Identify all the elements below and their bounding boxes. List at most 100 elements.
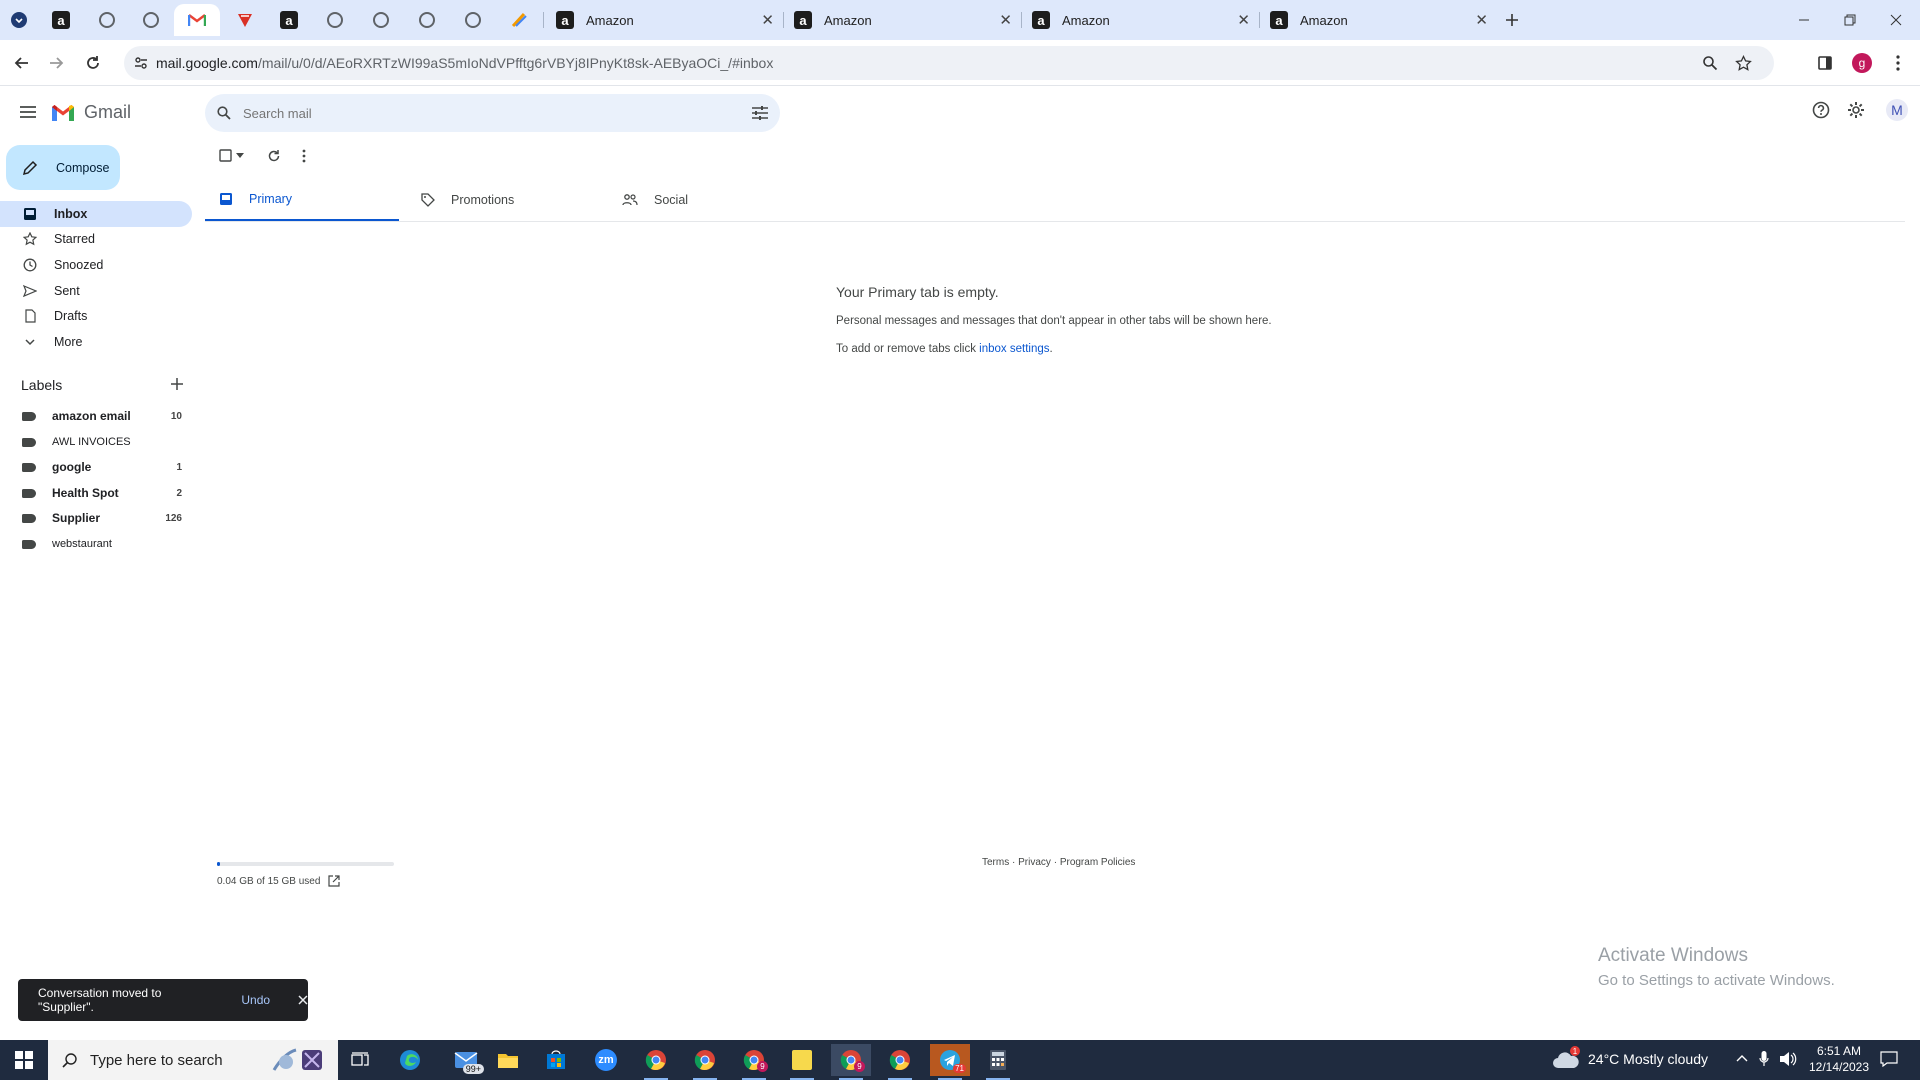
create-label-button[interactable] [170, 377, 184, 391]
pinned-tab-amazon[interactable]: a [266, 4, 312, 36]
pinned-tab[interactable] [84, 4, 130, 36]
undo-button[interactable]: Undo [241, 993, 270, 1007]
taskbar-chrome[interactable] [636, 1044, 676, 1080]
pinned-tab-gmail-active[interactable] [174, 4, 220, 36]
label-item[interactable]: Health Spot 2 [0, 481, 192, 505]
select-all-checkbox[interactable] [219, 149, 244, 162]
taskbar-store[interactable] [536, 1044, 576, 1076]
side-panel-button[interactable] [1809, 47, 1841, 79]
task-view-button[interactable] [340, 1044, 380, 1076]
pinned-tab[interactable] [312, 4, 358, 36]
main-menu-button[interactable] [16, 100, 40, 124]
close-tab-icon[interactable]: ✕ [1237, 11, 1250, 29]
tab-search-button[interactable] [4, 6, 34, 34]
search-bar[interactable] [205, 94, 780, 132]
label-item[interactable]: webstaurant [0, 532, 192, 556]
amazon-icon: a [556, 11, 574, 29]
volume-control[interactable] [1779, 1051, 1797, 1067]
search-input[interactable] [243, 105, 723, 121]
support-button[interactable] [1812, 101, 1830, 119]
site-info-icon[interactable] [134, 56, 148, 70]
nav-item-snoozed[interactable]: Snoozed [0, 252, 192, 278]
reload-button[interactable] [77, 47, 109, 79]
zoom-icon[interactable] [1702, 55, 1718, 71]
terms-link[interactable]: Terms [982, 857, 1009, 868]
new-tab-button[interactable] [1496, 4, 1528, 36]
clock-icon [22, 257, 38, 273]
show-hidden-icons[interactable] [1735, 1052, 1749, 1066]
taskbar-search[interactable]: Type here to search [48, 1040, 338, 1080]
program-policies-link[interactable]: Program Policies [1060, 857, 1136, 868]
search-icon[interactable] [217, 106, 231, 120]
privacy-link[interactable]: Privacy [1018, 857, 1051, 868]
browser-tab[interactable]: a Amazon ✕ [546, 4, 784, 36]
label-item[interactable]: google 1 [0, 455, 192, 479]
taskbar-mail[interactable]: 99+ [446, 1044, 486, 1076]
notification-center-button[interactable] [1880, 1051, 1898, 1067]
taskbar-telegram[interactable]: 71 [930, 1044, 970, 1080]
refresh-button[interactable] [267, 149, 281, 163]
back-button[interactable] [6, 47, 38, 79]
nav-item-more[interactable]: More [0, 329, 192, 355]
browser-menu-button[interactable] [1882, 47, 1914, 79]
amazon-icon: a [52, 11, 70, 29]
tab-primary[interactable]: Primary [205, 178, 399, 222]
pinned-tab[interactable] [404, 4, 450, 36]
pinned-tab[interactable] [358, 4, 404, 36]
more-actions-button[interactable] [302, 149, 306, 163]
profile-button[interactable]: g [1846, 47, 1878, 79]
people-icon [622, 194, 638, 206]
compose-button[interactable]: Compose [6, 145, 120, 190]
browser-tab[interactable]: a Amazon ✕ [1022, 4, 1260, 36]
pinned-tab[interactable] [496, 4, 542, 36]
taskbar-edge[interactable] [390, 1044, 430, 1076]
minimize-button[interactable] [1781, 0, 1827, 40]
inbox-settings-link[interactable]: inbox settings [979, 343, 1049, 355]
nav-item-inbox[interactable]: Inbox [0, 201, 192, 227]
address-bar[interactable]: mail.google.com/mail/u/0/d/AEoRXRTzWI99a… [124, 46, 1774, 80]
search-icon [62, 1053, 77, 1068]
close-tab-icon[interactable]: ✕ [761, 11, 774, 29]
close-icon[interactable] [298, 995, 308, 1005]
taskbar-calculator[interactable] [978, 1044, 1018, 1080]
tab-social[interactable]: Social [622, 178, 688, 222]
label-item[interactable]: Supplier 126 [0, 506, 192, 530]
browser-tab[interactable]: a Amazon ✕ [784, 4, 1022, 36]
pinned-tab-amazon[interactable]: a [38, 4, 84, 36]
taskbar-chrome[interactable] [685, 1044, 725, 1080]
browser-tab-strip: a a a Amazon ✕ a Amazon ✕ a Amazon ✕ a A… [0, 0, 1920, 40]
star-bookmark-icon[interactable] [1735, 54, 1752, 72]
nav-item-starred[interactable]: Starred [0, 226, 192, 252]
taskbar-zoom[interactable]: zm [586, 1044, 626, 1076]
taskbar-sticky-notes[interactable] [782, 1044, 822, 1080]
microphone-status[interactable] [1759, 1051, 1769, 1067]
pinned-tab[interactable] [128, 4, 174, 36]
gmail-logo[interactable]: Gmail [50, 102, 131, 123]
gmail-logo-icon [52, 104, 74, 121]
forward-button[interactable] [40, 47, 72, 79]
nav-item-drafts[interactable]: Drafts [0, 303, 192, 329]
pinned-tab[interactable] [222, 4, 268, 36]
settings-button[interactable] [1847, 101, 1865, 119]
nav-item-sent[interactable]: Sent [0, 278, 192, 304]
taskbar-chrome[interactable] [880, 1044, 920, 1080]
close-tab-icon[interactable]: ✕ [999, 11, 1012, 29]
gear-icon [1848, 102, 1864, 118]
clock[interactable]: 6:51 AM 12/14/2023 [1804, 1043, 1874, 1075]
taskbar-chrome-profile[interactable]: 9 [734, 1044, 774, 1080]
taskbar-file-explorer[interactable] [488, 1044, 528, 1076]
browser-tab[interactable]: a Amazon ✕ [1260, 4, 1498, 36]
tab-promotions[interactable]: Promotions [421, 178, 514, 222]
taskbar-chrome-active[interactable]: 9 [831, 1044, 871, 1080]
close-tab-icon[interactable]: ✕ [1475, 11, 1488, 29]
search-options-icon[interactable] [752, 106, 768, 120]
label-item[interactable]: AWL INVOICES [0, 430, 192, 454]
pinned-tab[interactable] [450, 4, 496, 36]
account-avatar[interactable]: M [1886, 99, 1908, 121]
restore-button[interactable] [1827, 0, 1873, 40]
weather-widget[interactable]: 1 24°C Mostly cloudy [1552, 1046, 1708, 1070]
start-button[interactable] [4, 1044, 44, 1076]
label-item[interactable]: amazon email 10 [0, 404, 192, 428]
open-external-icon[interactable] [328, 875, 341, 887]
close-window-button[interactable] [1873, 0, 1919, 40]
